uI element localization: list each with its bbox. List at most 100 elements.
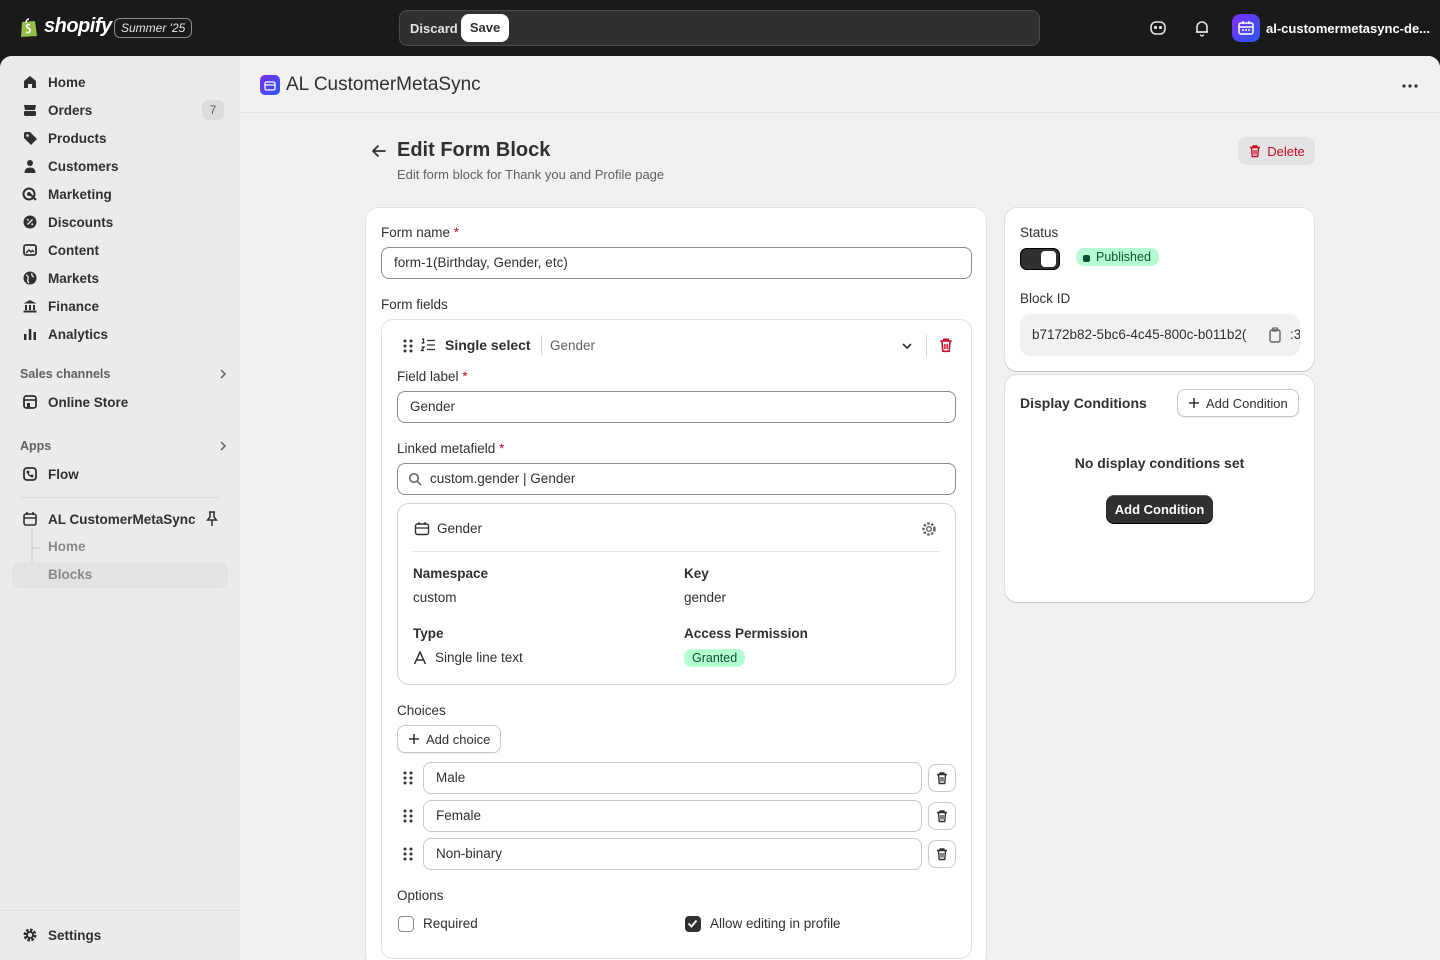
- delete-button[interactable]: Delete: [1238, 137, 1315, 165]
- target-icon: [22, 187, 37, 201]
- allow-editing-checkbox[interactable]: [685, 916, 701, 932]
- sidebar-item-analytics[interactable]: Analytics: [12, 320, 228, 348]
- drag-handle-icon[interactable]: [402, 770, 414, 786]
- form-name-input[interactable]: form-1(Birthday, Gender, etc): [381, 247, 972, 279]
- metafield-details-card: Gender Namespace custom Key gender Type …: [397, 503, 956, 685]
- add-condition-button[interactable]: Add Condition: [1177, 389, 1299, 417]
- app-title-bar: AL CustomerMetaSync: [240, 56, 1440, 113]
- discard-button[interactable]: Discard: [408, 18, 460, 39]
- sidebar-item-products[interactable]: Products: [12, 124, 228, 152]
- page-title: Edit Form Block: [397, 139, 551, 161]
- admin-shell: Home Orders 7 Products Customers Marketi…: [0, 56, 1440, 960]
- sidebar-item-label: Discounts: [48, 214, 114, 230]
- display-conditions-card: Display Conditions Add Condition No disp…: [1005, 375, 1314, 602]
- linked-metafield-value: custom.gender | Gender: [430, 471, 576, 486]
- sidebar-item-label: Online Store: [48, 394, 129, 410]
- sidebar-item-settings[interactable]: Settings: [12, 921, 228, 949]
- empty-state-add-condition-button[interactable]: Add Condition: [1106, 495, 1213, 523]
- sidebar-item-customers[interactable]: Customers: [12, 152, 228, 180]
- type-value: Single line text: [435, 650, 523, 665]
- store-avatar: [1232, 14, 1260, 42]
- sidebar-item-orders[interactable]: Orders 7: [12, 96, 228, 124]
- drag-handle-icon[interactable]: [402, 338, 414, 354]
- app-calendar-icon: [414, 522, 430, 536]
- form-card: Form name * form-1(Birthday, Gender, etc…: [366, 208, 986, 960]
- person-icon: [24, 160, 36, 173]
- pin-icon[interactable]: [204, 511, 220, 527]
- gear-icon: [23, 928, 37, 942]
- app-icon: [260, 75, 280, 95]
- trash-icon: [937, 810, 947, 823]
- delete-label: Delete: [1267, 143, 1305, 159]
- delete-choice-button[interactable]: [928, 764, 956, 792]
- block-id-value: b7172b82-5bc6-4c45-800c-b011b2(: [1032, 327, 1247, 342]
- app-title-text: AL CustomerMetaSync: [286, 74, 481, 95]
- status-toggle[interactable]: [1020, 248, 1060, 270]
- chevron-down-icon[interactable]: [900, 339, 914, 353]
- choice-input[interactable]: Female: [423, 800, 922, 832]
- namespace-value: custom: [413, 590, 457, 605]
- gear-icon[interactable]: [921, 521, 937, 537]
- sidekick-icon[interactable]: [1148, 18, 1168, 38]
- clipboard-icon[interactable]: [1268, 327, 1282, 343]
- sidebar-item-online-store[interactable]: Online Store: [12, 388, 228, 416]
- empty-state-text: No display conditions set: [1074, 455, 1245, 471]
- choice-input[interactable]: Non-binary: [423, 838, 922, 870]
- type-label: Type: [413, 626, 444, 641]
- app-calendar-icon: [264, 80, 276, 91]
- field-label-input[interactable]: Gender: [397, 391, 956, 423]
- save-button[interactable]: Save: [461, 14, 509, 42]
- delete-choice-button[interactable]: [928, 802, 956, 830]
- form-name-label: Form name *: [381, 225, 459, 240]
- store-name: al-customermetasync-de...: [1266, 20, 1431, 36]
- store-menu[interactable]: al-customermetasync-de...: [1232, 14, 1430, 42]
- choice-input[interactable]: Male: [423, 762, 922, 794]
- linked-metafield-search-input[interactable]: custom.gender | Gender: [397, 463, 956, 495]
- sidebar-item-finance[interactable]: Finance: [12, 292, 228, 320]
- trash-icon[interactable]: [938, 337, 954, 353]
- orders-count-badge: 7: [202, 100, 224, 120]
- app-title: AL CustomerMetaSync: [260, 74, 481, 96]
- sidebar-item-home[interactable]: Home: [12, 68, 228, 96]
- back-arrow-icon[interactable]: [370, 142, 388, 160]
- delete-choice-button[interactable]: [928, 840, 956, 868]
- display-conditions-title: Display Conditions: [1020, 395, 1147, 411]
- edition-badge[interactable]: Summer '25: [114, 18, 193, 38]
- published-status-badge: Published: [1076, 248, 1159, 266]
- trash-icon: [1250, 145, 1261, 158]
- sidebar-subitem-blocks[interactable]: Blocks: [12, 562, 228, 588]
- more-horizontal-icon[interactable]: [1400, 76, 1420, 96]
- sidebar-item-marketing[interactable]: Marketing: [12, 180, 228, 208]
- sidebar-item-label: Analytics: [48, 326, 109, 342]
- apps-heading[interactable]: Apps: [20, 436, 228, 456]
- sidebar-item-content[interactable]: Content: [12, 236, 228, 264]
- add-choice-label: Add choice: [426, 731, 491, 747]
- sidebar-item-label: Customers: [48, 158, 119, 174]
- sidebar-item-app[interactable]: AL CustomerMetaSync: [12, 505, 228, 533]
- drag-handle-icon[interactable]: [402, 808, 414, 824]
- shopify-logo[interactable]: shopify: [20, 15, 112, 38]
- bell-icon[interactable]: [1192, 18, 1212, 38]
- block-id-field[interactable]: b7172b82-5bc6-4c45-800c-b011b2( :3: [1020, 314, 1300, 356]
- sidebar-subitem-home[interactable]: Home: [12, 534, 228, 560]
- list-numbered-icon: [420, 338, 435, 352]
- sales-channels-heading[interactable]: Sales channels: [20, 364, 228, 384]
- status-label: Status: [1020, 225, 1059, 240]
- chevron-right-icon: [220, 369, 227, 379]
- shopify-wordmark: shopify: [44, 15, 112, 37]
- sidebar-item-markets[interactable]: Markets: [12, 264, 228, 292]
- discount-icon: [23, 215, 37, 229]
- sidebar-divider: [20, 497, 220, 498]
- sidebar-item-discounts[interactable]: Discounts: [12, 208, 228, 236]
- status-dot: [1083, 255, 1090, 262]
- sidebar-item-flow[interactable]: Flow: [12, 460, 228, 488]
- field-label-label: Field label *: [397, 369, 468, 384]
- divider: [541, 335, 542, 355]
- overflow-fragment: :3: [1290, 327, 1300, 342]
- required-checkbox[interactable]: [398, 916, 414, 932]
- sidebar-item-label: Markets: [48, 270, 100, 286]
- options-label: Options: [397, 888, 444, 903]
- add-choice-button[interactable]: Add choice: [397, 725, 502, 753]
- settings-footer: Settings: [0, 910, 240, 960]
- drag-handle-icon[interactable]: [402, 846, 414, 862]
